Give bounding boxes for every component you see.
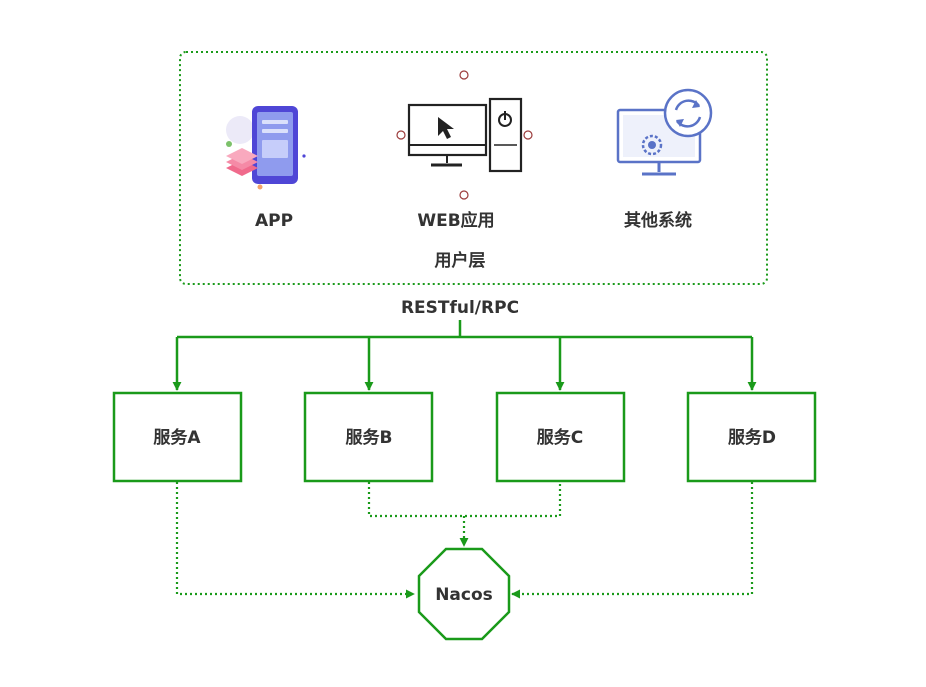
architecture-diagram: APP WEB应用 其他系统 用户层 RESTful/RPC 服务A 服务B 服…	[112, 51, 817, 641]
nacos-label: Nacos	[435, 585, 493, 605]
mobile-app-icon	[226, 106, 306, 190]
client-label-app: APP	[255, 211, 293, 231]
service-label-b: 服务B	[346, 427, 393, 448]
service-label-a: 服务A	[153, 427, 201, 448]
service-label-c: 服务C	[537, 427, 583, 448]
desktop-computer-icon	[396, 70, 533, 200]
service-label-d: 服务D	[728, 427, 776, 448]
connector-tree	[172, 320, 757, 391]
connector-label: RESTful/RPC	[401, 298, 519, 318]
user-layer-label: 用户层	[435, 250, 486, 271]
client-label-web: WEB应用	[417, 210, 494, 231]
system-sync-icon	[616, 88, 713, 176]
client-label-other-systems: 其他系统	[624, 210, 692, 231]
